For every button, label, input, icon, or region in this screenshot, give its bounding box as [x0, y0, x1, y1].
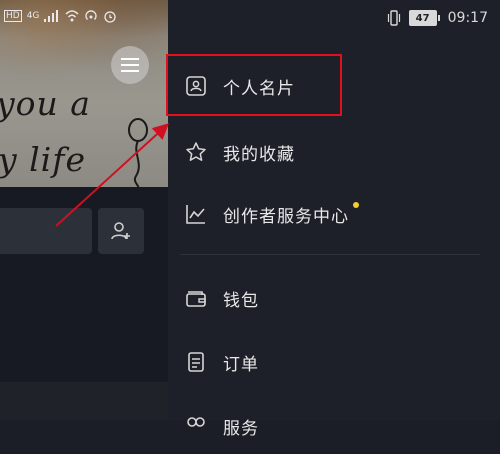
profile-lower-section — [0, 382, 168, 420]
clock: 09:17 — [447, 10, 488, 26]
creator-center-label: 创作者服务中心 — [223, 206, 349, 227]
drawer-item-wallet[interactable]: 钱包 — [168, 270, 500, 326]
drawer-item-label: 创作者服务中心 — [223, 201, 359, 227]
drawer-item-favorites[interactable]: 我的收藏 — [168, 124, 500, 180]
alarm-icon — [104, 11, 117, 23]
chart-line-icon — [184, 202, 208, 226]
hamburger-icon — [121, 58, 139, 72]
notification-dot — [353, 201, 359, 208]
status-bar-right: 47 09:17 — [387, 6, 488, 30]
cover-text-line2: y life — [0, 140, 86, 179]
highlight-box — [166, 54, 342, 116]
drawer-divider — [180, 254, 480, 255]
add-friend-button[interactable] — [98, 208, 144, 254]
status-bar-left: HD 4G — [4, 6, 117, 26]
drawer-item-label: 服务 — [223, 418, 259, 439]
services-icon — [184, 414, 208, 438]
cover-text-line1: you a — [0, 84, 91, 123]
star-icon — [184, 140, 208, 164]
drawer-item-creator-center[interactable]: 创作者服务中心 — [168, 186, 500, 242]
menu-button[interactable] — [111, 46, 149, 84]
drawer-item-label: 订单 — [223, 354, 259, 375]
wifi-icon — [65, 10, 79, 22]
network-type-label: HD — [4, 10, 22, 22]
battery-level: 47 — [408, 10, 437, 26]
signal-icon — [44, 10, 59, 22]
vibrate-icon — [387, 10, 400, 26]
balloon-doodle-icon — [128, 118, 148, 188]
wallet-icon — [184, 286, 208, 310]
drawer-item-services[interactable]: 服务 — [168, 398, 500, 454]
profile-background-area: you a y life HD 4G — [0, 0, 168, 420]
profile-action-bar[interactable] — [0, 208, 92, 254]
network-4g-label: 4G — [26, 11, 40, 21]
profile-cover-image: you a y life — [0, 0, 168, 188]
add-user-icon — [111, 222, 130, 240]
hotspot-icon — [85, 10, 98, 20]
drawer-item-orders[interactable]: 订单 — [168, 334, 500, 390]
battery-indicator: 47 — [408, 10, 440, 26]
drawer-item-label: 我的收藏 — [223, 144, 295, 165]
drawer-item-label: 钱包 — [223, 290, 259, 311]
order-doc-icon — [184, 350, 208, 374]
